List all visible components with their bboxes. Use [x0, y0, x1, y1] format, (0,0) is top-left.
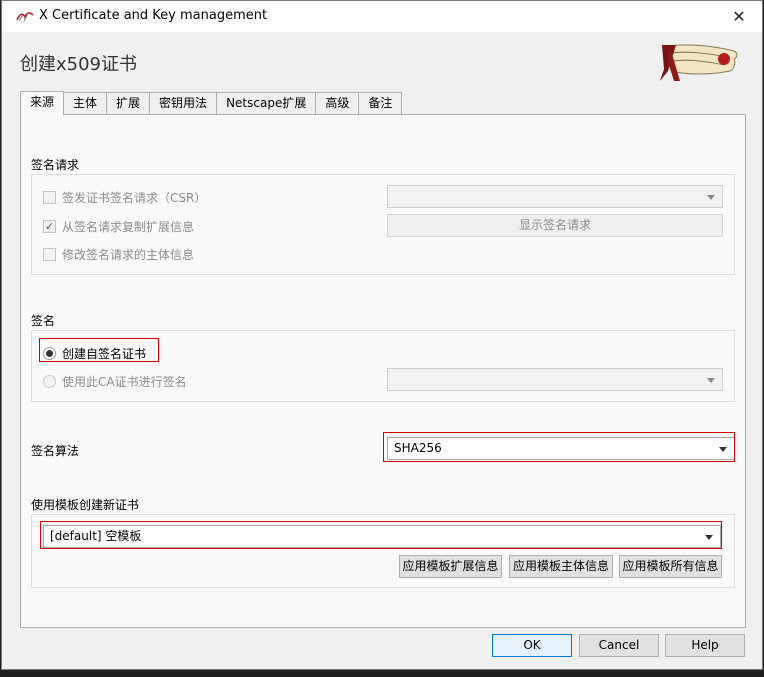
radio-dot-icon	[46, 350, 53, 357]
ca-select[interactable]	[387, 368, 723, 391]
csr-select[interactable]	[387, 185, 723, 208]
tab-netscape[interactable]: Netscape扩展	[217, 92, 317, 115]
dialog-window: X Certificate and Key management ✕ 创建x50…	[1, 0, 763, 670]
tab-key-usage[interactable]: 密钥用法	[150, 92, 218, 115]
template-group: [default] 空模板 应用模板扩展信息 应用模板主体信息 应用模板所有信息	[31, 514, 735, 588]
apply-subject-button[interactable]: 应用模板主体信息	[509, 555, 613, 578]
source-tab-panel: 签名请求 签发证书签名请求（CSR） ✓ 从签名请求复制扩展信息 修改签名请求的…	[20, 114, 746, 628]
algorithm-value: SHA256	[394, 441, 442, 455]
signing-request-label: 签名请求	[31, 158, 80, 172]
ok-button[interactable]: OK	[492, 634, 572, 657]
sign-csr-checkbox[interactable]	[43, 191, 56, 204]
signing-request-group: 签发证书签名请求（CSR） ✓ 从签名请求复制扩展信息 修改签名请求的主体信息 …	[31, 174, 735, 275]
apply-extensions-button[interactable]: 应用模板扩展信息	[399, 555, 502, 578]
modify-subject-checkbox[interactable]	[43, 248, 56, 261]
help-button[interactable]: Help	[665, 634, 745, 657]
app-icon	[16, 12, 34, 22]
use-ca-radio[interactable]	[43, 375, 56, 388]
tab-subject[interactable]: 主体	[64, 92, 108, 115]
self-signed-row[interactable]: 创建自签名证书	[43, 345, 146, 362]
page-title: 创建x509证书	[20, 54, 138, 75]
cancel-button[interactable]: Cancel	[579, 634, 659, 657]
sign-csr-row[interactable]: 签发证书签名请求（CSR）	[43, 189, 206, 206]
apply-all-button[interactable]: 应用模板所有信息	[619, 555, 722, 578]
self-signed-radio[interactable]	[43, 347, 56, 360]
modify-subject-row[interactable]: 修改签名请求的主体信息	[43, 246, 194, 263]
modify-subject-label: 修改签名请求的主体信息	[62, 248, 195, 262]
use-ca-row[interactable]: 使用此CA证书进行签名	[43, 373, 187, 390]
window-title: X Certificate and Key management	[39, 8, 268, 23]
chevron-down-icon	[705, 535, 713, 540]
template-label: 使用模板创建新证书	[31, 498, 140, 512]
algorithm-select[interactable]: SHA256	[387, 437, 735, 460]
template-select[interactable]: [default] 空模板	[43, 525, 721, 548]
signing-group: 创建自签名证书 使用此CA证书进行签名	[31, 330, 735, 402]
tab-comment[interactable]: 备注	[359, 92, 403, 115]
tab-advanced[interactable]: 高级	[316, 92, 360, 115]
close-icon: ✕	[732, 7, 746, 26]
template-value: [default] 空模板	[50, 529, 142, 543]
checkmark-icon: ✓	[44, 220, 55, 233]
close-button[interactable]: ✕	[716, 1, 762, 32]
tab-bar: 来源 主体 扩展 密钥用法 Netscape扩展 高级 备注	[20, 91, 403, 115]
copy-extensions-label: 从签名请求复制扩展信息	[62, 220, 195, 234]
title-bar: X Certificate and Key management ✕	[2, 1, 762, 32]
algorithm-label: 签名算法	[31, 444, 80, 458]
use-ca-label: 使用此CA证书进行签名	[62, 375, 187, 389]
signing-label: 签名	[31, 314, 56, 328]
sign-csr-label: 签发证书签名请求（CSR）	[62, 191, 207, 205]
copy-extensions-row[interactable]: ✓ 从签名请求复制扩展信息	[43, 218, 194, 235]
tab-extensions[interactable]: 扩展	[107, 92, 151, 115]
self-signed-label: 创建自签名证书	[62, 347, 147, 361]
chevron-down-icon	[707, 195, 715, 200]
chevron-down-icon	[707, 378, 715, 383]
chevron-down-icon	[719, 447, 727, 452]
show-request-button[interactable]: 显示签名请求	[387, 214, 723, 237]
tab-source[interactable]: 来源	[20, 91, 65, 115]
copy-extensions-checkbox[interactable]: ✓	[43, 220, 56, 233]
xca-logo-icon	[660, 44, 738, 81]
